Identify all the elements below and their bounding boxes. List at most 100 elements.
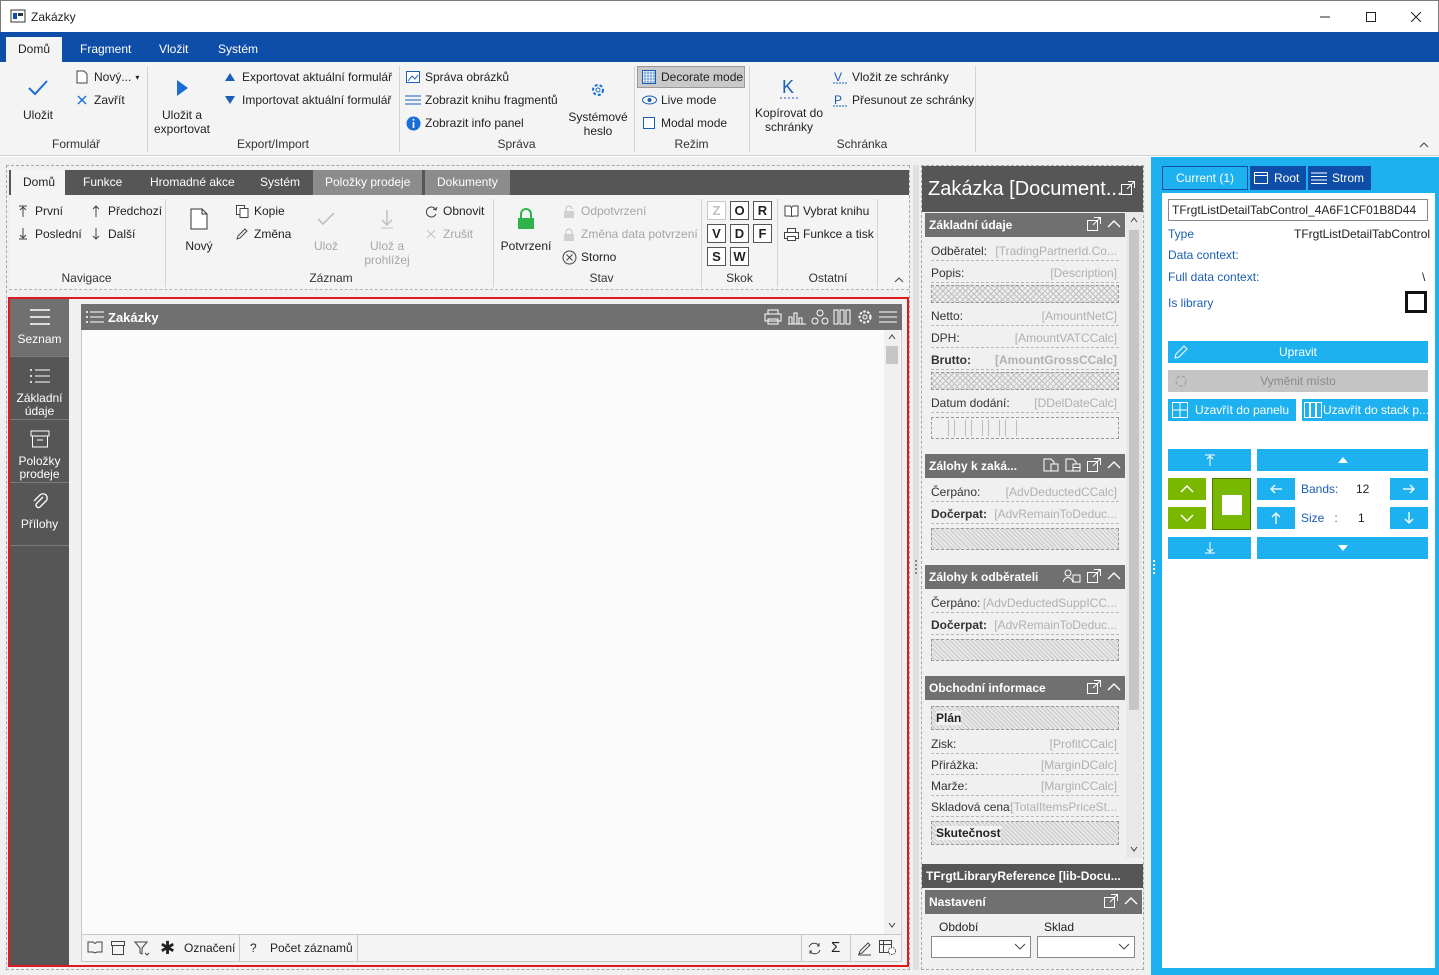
bands-value[interactable]: 12: [1356, 482, 1369, 496]
uloz-prohlizej-button[interactable]: Ulož a prohlížej: [361, 205, 413, 267]
move-bottom-button[interactable]: [1168, 537, 1251, 559]
inner-tab-funkce[interactable]: Funkce: [71, 170, 134, 195]
oznaceni-button[interactable]: Označení: [184, 941, 235, 955]
field-datum-dodani[interactable]: Datum dodání: [DDelDateCalc]: [931, 393, 1119, 413]
vymenit-misto-button[interactable]: Vyměnit místo: [1168, 370, 1428, 392]
tab-root[interactable]: Root: [1250, 166, 1306, 190]
detail-scrollbar[interactable]: [1126, 212, 1142, 858]
uzavrit-panel-button[interactable]: Uzavřít do panelu: [1168, 399, 1296, 421]
scroll-up-icon[interactable]: [1130, 217, 1138, 223]
predchozi-button[interactable]: Předchozí: [88, 203, 162, 219]
position-indicator[interactable]: [1212, 478, 1251, 530]
kopie-button[interactable]: Kopie: [234, 203, 285, 219]
field-brutto[interactable]: Brutto: [AmountGrossCCalc]: [931, 350, 1119, 370]
field-netto[interactable]: Netto: [AmountNetC]: [931, 306, 1119, 326]
size-up-button[interactable]: [1257, 507, 1295, 529]
popout-icon[interactable]: [1121, 181, 1135, 195]
field-cerpano[interactable]: Čerpáno: [AdvDeductedCCalc]: [931, 482, 1119, 502]
zobrazit-info-button[interactable]: Zobrazit info panel: [405, 115, 524, 131]
skok-key-d[interactable]: D: [730, 224, 749, 243]
prvni-button[interactable]: První: [15, 203, 63, 219]
zavrit-button[interactable]: Zavřít: [74, 92, 125, 108]
edit-icon[interactable]: [857, 941, 872, 956]
storno-button[interactable]: Storno: [561, 249, 616, 265]
dalsi-button[interactable]: Další: [88, 226, 135, 242]
ribbon-tab-fragment[interactable]: Fragment: [70, 37, 141, 62]
potvrzeni-button[interactable]: Potvrzení: [499, 205, 553, 253]
book-icon[interactable]: [87, 941, 103, 954]
skok-key-f[interactable]: F: [753, 224, 772, 243]
refresh-icon[interactable]: [807, 941, 822, 956]
field-odberatel[interactable]: Odběratel: [TradingPartnerId.Co...: [931, 241, 1119, 261]
field-docerpat[interactable]: Dočerpat: [AdvRemainToDeduc...: [931, 615, 1119, 635]
field-cerpano[interactable]: Čerpáno: [AdvDeductedSuppICC...: [931, 593, 1119, 613]
filter-icon[interactable]: [134, 941, 150, 957]
popout-icon[interactable]: [1087, 217, 1101, 231]
zmena-data-button[interactable]: Změna data potvrzení: [561, 226, 698, 242]
pocet-zaznamu[interactable]: Počet záznamů: [270, 941, 353, 955]
collapse-inner-ribbon-icon[interactable]: [894, 277, 904, 283]
menu-icon[interactable]: [879, 309, 897, 325]
sidenav-item-polozky[interactable]: Položky prodeje: [10, 421, 69, 483]
doc-copy-icon[interactable]: [1043, 458, 1059, 472]
columns-icon[interactable]: [833, 309, 851, 325]
grid-scrollbar[interactable]: [884, 330, 900, 934]
section-zalohy-odberatel-header[interactable]: Zálohy k odběrateli: [925, 565, 1125, 589]
doc-table-icon[interactable]: [1065, 458, 1081, 472]
scroll-thumb[interactable]: [886, 346, 898, 364]
grid-settings-icon[interactable]: [879, 940, 897, 956]
move-up-band-button[interactable]: [1257, 449, 1428, 471]
systemove-heslo-button[interactable]: Systémové heslo: [566, 76, 630, 138]
scroll-thumb[interactable]: [1129, 230, 1139, 710]
scroll-down-icon[interactable]: [888, 922, 896, 928]
zobrazit-knihu-button[interactable]: Zobrazit knihu fragmentů: [405, 92, 558, 108]
inner-tab-domu[interactable]: Domů: [11, 170, 65, 195]
field-docerpat[interactable]: Dočerpat: [AdvRemainToDeduc...: [931, 504, 1119, 524]
skok-key-v[interactable]: V: [707, 224, 726, 243]
inner-tab-polozky[interactable]: Položky prodeje: [313, 170, 423, 195]
uzavrit-stack-button[interactable]: Uzavřít do stack p...: [1302, 399, 1428, 421]
ulozit-exportovat-button[interactable]: Uložit a exportovat: [150, 74, 214, 136]
upravit-button[interactable]: Upravit: [1168, 341, 1428, 363]
section-obchodni-header[interactable]: Obchodní informace: [925, 676, 1125, 700]
field-zisk[interactable]: Zisk: [ProfitCCalc]: [931, 734, 1119, 754]
zmena-button[interactable]: Změna: [234, 226, 291, 242]
scroll-up-icon[interactable]: [888, 334, 896, 340]
obdobi-select[interactable]: [931, 936, 1031, 958]
field-skladova-cena[interactable]: Skladová cena: [TotalItemsPriceSt...: [931, 797, 1119, 817]
popout-icon[interactable]: [1087, 458, 1101, 472]
novy-button[interactable]: Nový... ▾: [74, 69, 139, 85]
odpotvrzeni-button[interactable]: Odpotvrzení: [561, 203, 646, 219]
sidenav-item-zakladni[interactable]: Základní údaje: [10, 358, 69, 420]
sprava-obrazku-button[interactable]: Správa obrázků: [405, 69, 509, 85]
section-nastaveni-header[interactable]: Nastavení: [925, 890, 1142, 914]
minimize-button[interactable]: [1302, 1, 1348, 33]
presunout-button[interactable]: P Přesunout ze schránky: [832, 92, 974, 108]
zrusit-button[interactable]: Zrušit: [423, 226, 473, 242]
chevron-up-icon[interactable]: [1107, 569, 1121, 583]
popout-icon[interactable]: [1104, 894, 1118, 908]
novy-zaznam-button[interactable]: Nový: [179, 205, 219, 253]
archive-icon[interactable]: [111, 941, 125, 955]
settings-gear-icon[interactable]: [857, 309, 873, 325]
person-table-icon[interactable]: [1063, 569, 1081, 583]
vlozit-schranka-button[interactable]: V Vložit ze schránky: [832, 69, 949, 85]
kopirovat-button[interactable]: K Kopírovat do schránky: [752, 74, 826, 134]
component-name-input[interactable]: TFrgtListDetailTabControl_4A6F1CF01B8D44: [1168, 199, 1428, 221]
inner-tab-hromadne[interactable]: Hromadné akce: [138, 170, 247, 195]
move-left-button[interactable]: [1257, 478, 1295, 500]
skok-key-r[interactable]: R: [753, 201, 772, 220]
decrease-green-button[interactable]: [1168, 507, 1206, 529]
inner-tab-dokumenty[interactable]: Dokumenty: [425, 170, 510, 195]
uloz-button[interactable]: Ulož: [309, 205, 343, 253]
tab-current[interactable]: Current (1): [1162, 166, 1248, 190]
modal-mode-button[interactable]: Modal mode: [641, 115, 727, 131]
group-nodes-icon[interactable]: [811, 309, 829, 325]
print-icon[interactable]: [764, 309, 782, 325]
posledni-button[interactable]: Poslední: [15, 226, 82, 242]
popout-icon[interactable]: [1087, 680, 1101, 694]
chevron-up-icon[interactable]: [1124, 894, 1138, 908]
maximize-button[interactable]: [1348, 1, 1394, 33]
close-button[interactable]: [1393, 1, 1439, 33]
field-marze[interactable]: Marže: [MarginCCalc]: [931, 776, 1119, 796]
